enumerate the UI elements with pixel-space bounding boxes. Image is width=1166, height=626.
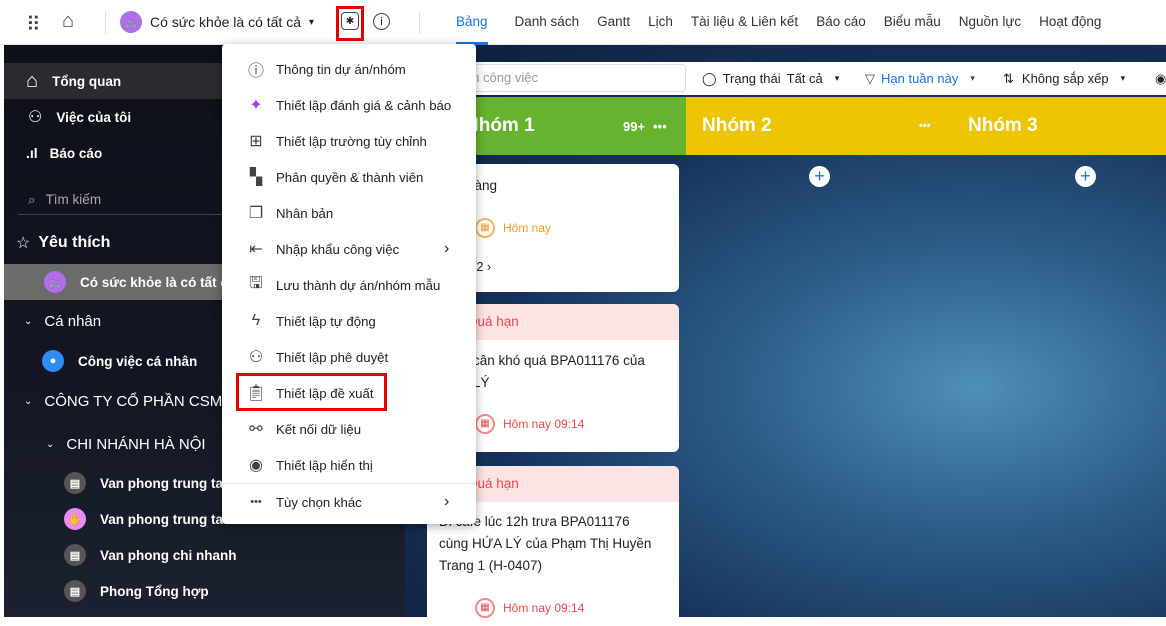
tab-gantt[interactable]: Gantt	[588, 0, 639, 45]
calendar-icon: ▦	[475, 218, 495, 238]
menu-item-custom-fields[interactable]: ⊞ Thiết lập trường tùy chỉnh	[222, 123, 476, 159]
chevron-right-icon: ›	[444, 493, 450, 510]
deadline-filter[interactable]: ▽ Hạn tuần này ▾	[865, 71, 975, 87]
more-options-icon: •••	[250, 496, 262, 508]
bar-chart-icon: .ıl	[26, 145, 38, 161]
menu-item-automation[interactable]: ϟ Thiết lập tự động	[222, 303, 476, 339]
menu-item-import-tasks[interactable]: ⇤ Nhập khẩu công việc ›	[222, 231, 476, 267]
project-avatar: 🚲	[44, 271, 66, 293]
highlight-box	[236, 373, 387, 411]
user-check-icon: ⚇	[28, 109, 43, 126]
menu-item-display[interactable]: ◉ Thiết lập hiển thị	[222, 447, 476, 483]
highlight-box	[336, 6, 364, 41]
sparkle-icon: ✦	[249, 97, 263, 114]
top-bar: ⠿ ⌂ 🚲 Có sức khỏe là có tất cả ▾ ✱ i Bản…	[0, 0, 1166, 45]
info-icon: ⓘ	[247, 63, 264, 80]
menu-item-more-options[interactable]: ••• Tùy chọn khác ›	[222, 484, 476, 520]
copy-icon: ❐	[248, 205, 264, 222]
tab-documents[interactable]: Tài liệu & Liên kết	[682, 0, 807, 45]
search-icon: ⌕	[28, 191, 36, 207]
home-icon: ⌂	[26, 69, 39, 92]
tab-list[interactable]: Danh sách	[506, 0, 589, 45]
apps-grid-icon[interactable]: ⠿	[26, 12, 41, 37]
calendar-icon: ▦	[475, 598, 495, 618]
chevron-down-icon: ▾	[1120, 73, 1126, 83]
add-field-icon: ⊞	[249, 133, 263, 150]
sidebar-office[interactable]: ▤ Van phong chi nhanh	[4, 541, 405, 569]
status-filter[interactable]: ◯ Trạng thái Tất cả ▾	[702, 71, 839, 87]
add-task-button[interactable]: +	[809, 166, 830, 187]
archive-icon: ▤	[64, 580, 86, 602]
save-icon: 🖫	[249, 274, 263, 292]
lightning-icon: ϟ	[251, 312, 261, 329]
menu-item-permissions[interactable]: ▚ Phân quyền & thành viên	[222, 159, 476, 195]
chevron-down-icon: ▾	[834, 73, 840, 83]
user-check-icon: ⚇	[248, 349, 264, 366]
hand-icon: ✋	[64, 508, 86, 530]
star-icon: ☆	[16, 235, 31, 252]
user-icon: ●	[42, 350, 64, 372]
filter-bar: Tìm kiếm công việc ◯ Trạng thái Tất cả ▾ ▽ H…	[405, 62, 1166, 95]
menu-item-project-info[interactable]: ⓘ Thông tin dự án/nhóm	[222, 51, 476, 87]
chevron-down-icon: ⌄	[24, 395, 33, 407]
project-name: Có sức khỏe là có tất cả	[150, 14, 301, 30]
sidebar-office[interactable]: ▤ Phong Tổng hợp	[4, 577, 405, 605]
menu-item-data-connect[interactable]: ⚯ Kết nối dữ liệu	[222, 411, 476, 447]
tab-forms[interactable]: Biểu mẫu	[875, 0, 950, 45]
calendar-icon: ▦	[475, 414, 495, 434]
filter-icon: ▽	[865, 70, 875, 86]
chevron-down-icon: ⌄	[24, 315, 33, 327]
due-date: ▦ Hôm nay 09:14	[475, 598, 584, 618]
eye-icon[interactable]: ◉	[1155, 71, 1166, 87]
more-options-icon[interactable]: •••	[653, 119, 667, 134]
task-count-badge: 99+	[623, 118, 646, 134]
import-icon: ⇤	[249, 241, 263, 258]
menu-item-duplicate[interactable]: ❐ Nhân bản	[222, 195, 476, 231]
more-options-icon[interactable]: •••	[919, 120, 931, 132]
chevron-right-icon: ›	[444, 240, 450, 257]
menu-item-approval[interactable]: ⚇ Thiết lập phê duyệt	[222, 339, 476, 375]
chevron-down-icon: ⌄	[46, 438, 55, 450]
tab-calendar[interactable]: Lịch	[639, 0, 682, 45]
tab-resources[interactable]: Nguồn lực	[950, 0, 1030, 45]
menu-item-evaluation-alerts[interactable]: ✦ Thiết lập đánh giá & cảnh báo	[222, 87, 476, 123]
menu-item-save-template[interactable]: 🖫 Lưu thành dự án/nhóm mẫu	[222, 267, 476, 303]
tab-activity[interactable]: Hoạt động	[1030, 0, 1110, 45]
home-icon[interactable]: ⌂	[62, 10, 74, 33]
chevron-down-icon: ▾	[309, 16, 315, 28]
tab-reports[interactable]: Báo cáo	[807, 0, 875, 45]
archive-icon: ▤	[64, 472, 86, 494]
add-task-button[interactable]: +	[1075, 166, 1096, 187]
archive-icon: ▤	[64, 544, 86, 566]
info-icon[interactable]: i	[373, 13, 390, 30]
sort-selector[interactable]: ⇅ Không sắp xếp ▾	[1003, 71, 1125, 87]
grid-icon: ▚	[249, 169, 263, 186]
view-tabs: Bảng Danh sách Gantt Lịch Tài liệu & Liê…	[456, 0, 1110, 45]
due-date: ▦ Hôm nay	[475, 218, 551, 238]
chevron-down-icon: ▾	[970, 73, 975, 83]
connect-icon: ⚯	[249, 421, 263, 438]
eye-icon: ◉	[249, 457, 263, 474]
check-circle-icon: ◯	[702, 70, 717, 86]
tab-board[interactable]: Bảng	[456, 0, 488, 45]
column-header-group-2: Nhóm 2 ••• Nhóm 3	[686, 97, 1166, 155]
project-settings-menu: ⓘ Thông tin dự án/nhóm ✦ Thiết lập đánh gi…	[222, 44, 476, 524]
project-selector[interactable]: 🚲 Có sức khỏe là có tất cả ▾	[120, 11, 314, 33]
sort-icon: ⇅	[1003, 70, 1014, 86]
project-avatar: 🚲	[120, 11, 142, 33]
due-date: ▦ Hôm nay 09:14	[475, 414, 584, 434]
